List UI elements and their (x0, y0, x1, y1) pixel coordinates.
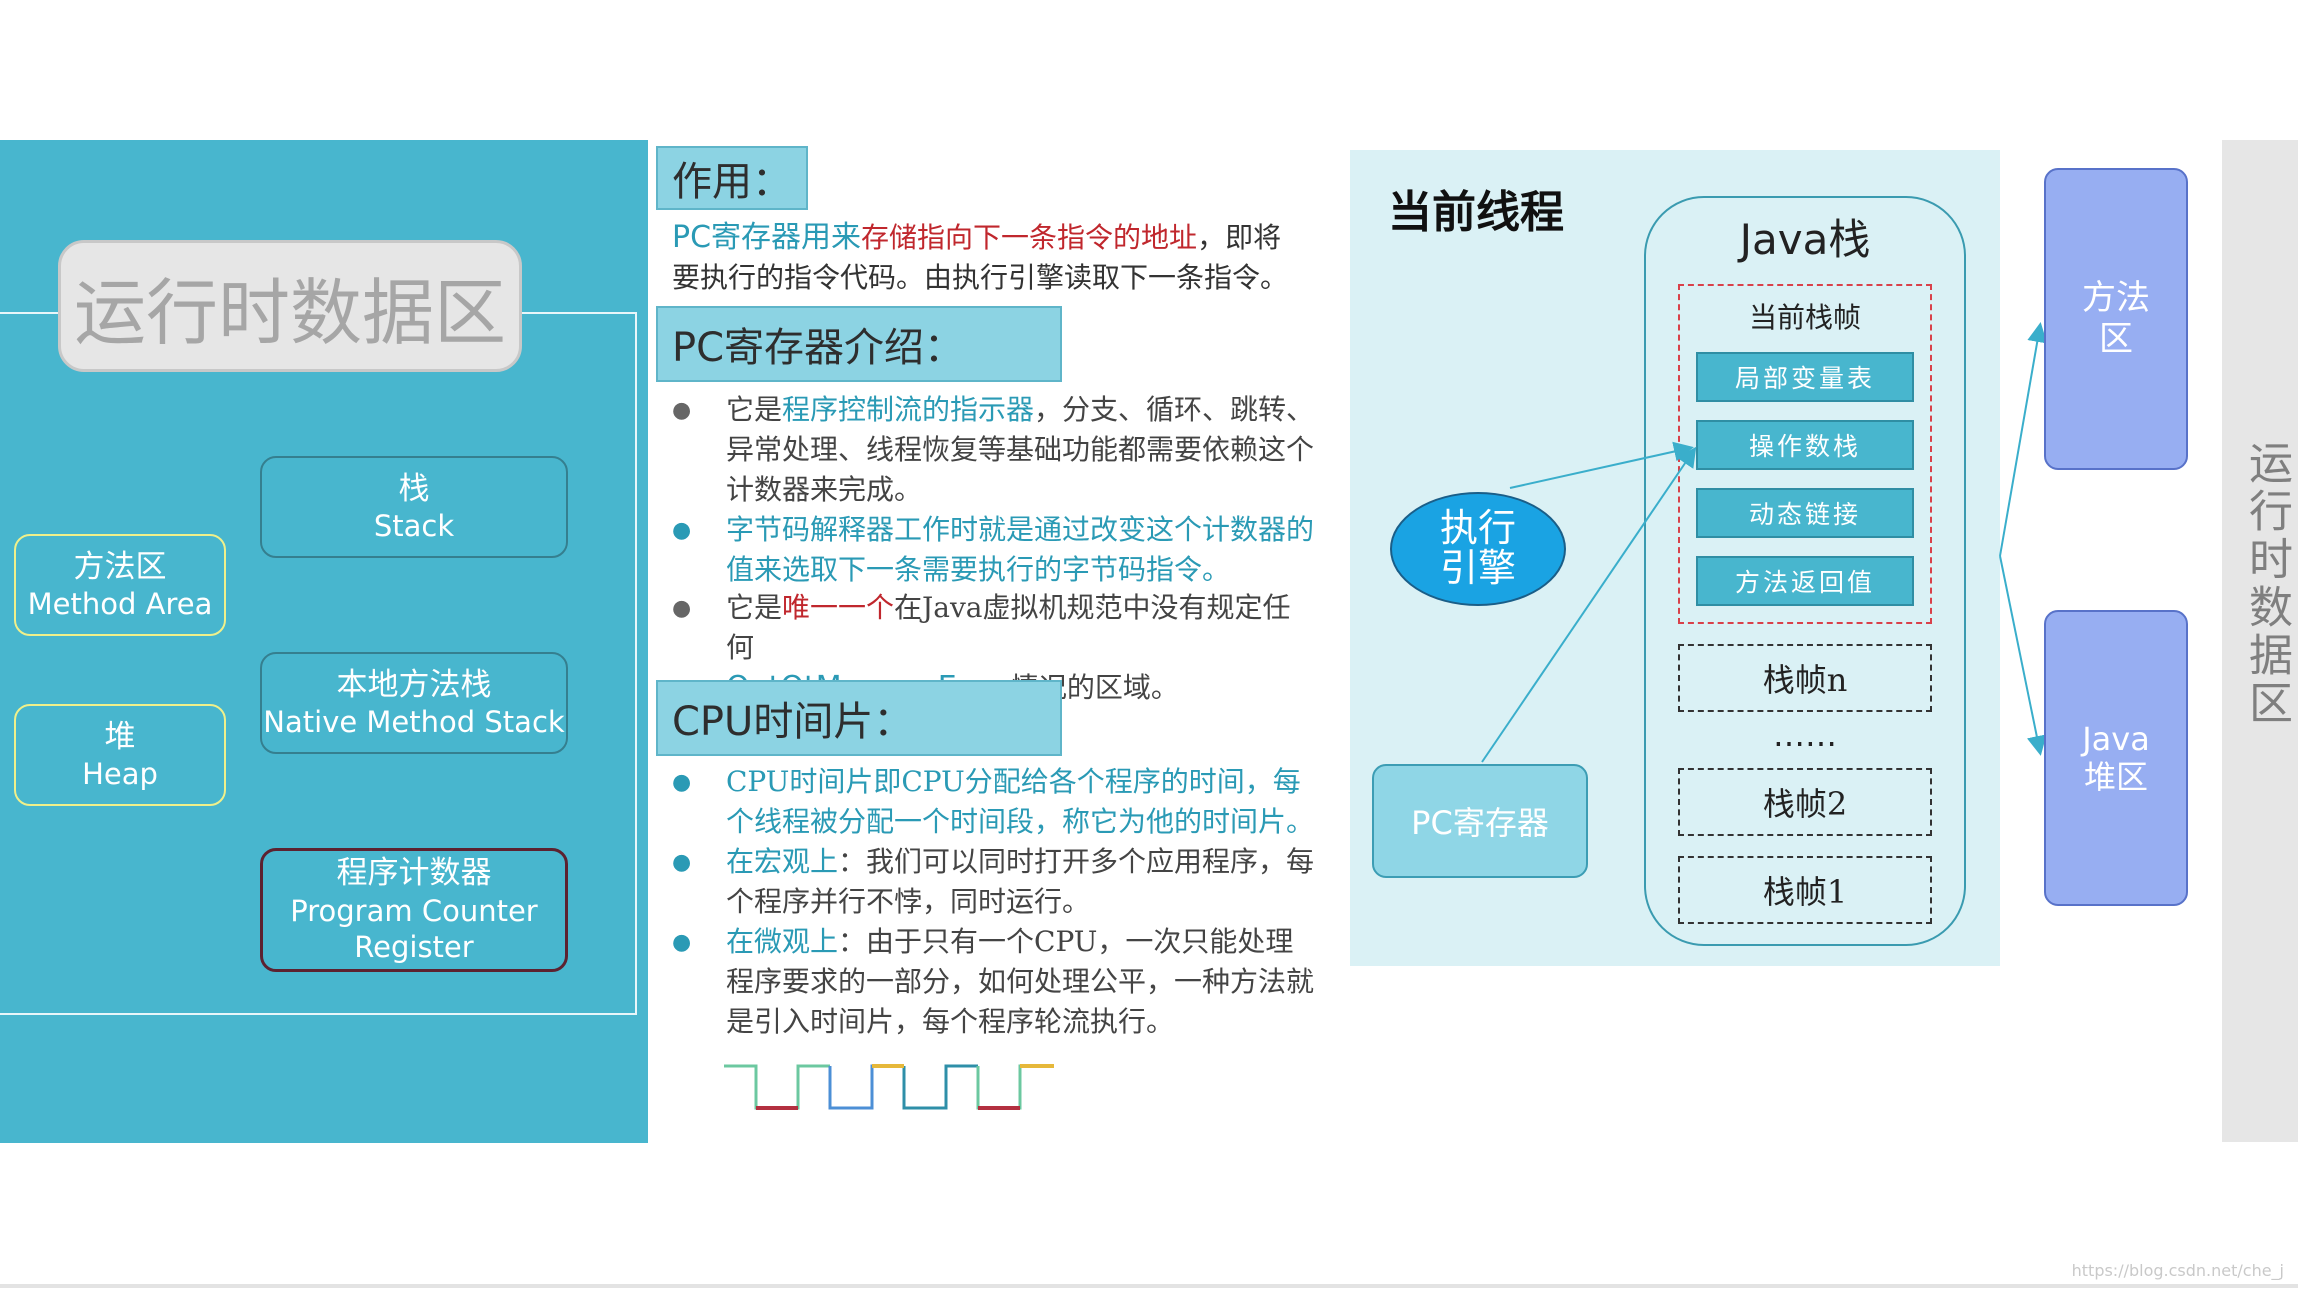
watermark: https://blog.csdn.net/che_j (2071, 1261, 2284, 1280)
engine-to-operand-arrow (1509, 441, 1694, 489)
bottom-divider (0, 1284, 2298, 1288)
execution-engine: 执行 引擎 (1390, 492, 1566, 606)
connector-lines (1481, 322, 2048, 763)
java-heap-text-1: Java (2082, 719, 2150, 758)
execution-engine-text-2: 引擎 (1439, 546, 1516, 590)
pc-register: PC寄存器 (1372, 764, 1588, 878)
method-area-text-2: 区 (2099, 319, 2133, 359)
execution-engine-text-1: 执行 (1439, 506, 1516, 551)
method-area-block: 方法 区 (2044, 168, 2188, 470)
java-heap-text-2: 堆区 (2083, 758, 2148, 796)
method-area-text-1: 方法 (2082, 278, 2150, 319)
thread-to-heap-arrow (1999, 555, 2047, 756)
runtime-data-area-strip-text: 运行时数据区 (2241, 440, 2292, 728)
java-heap-block: Java 堆区 (2044, 610, 2188, 906)
thread-to-method-area-arrow (1999, 322, 2048, 557)
